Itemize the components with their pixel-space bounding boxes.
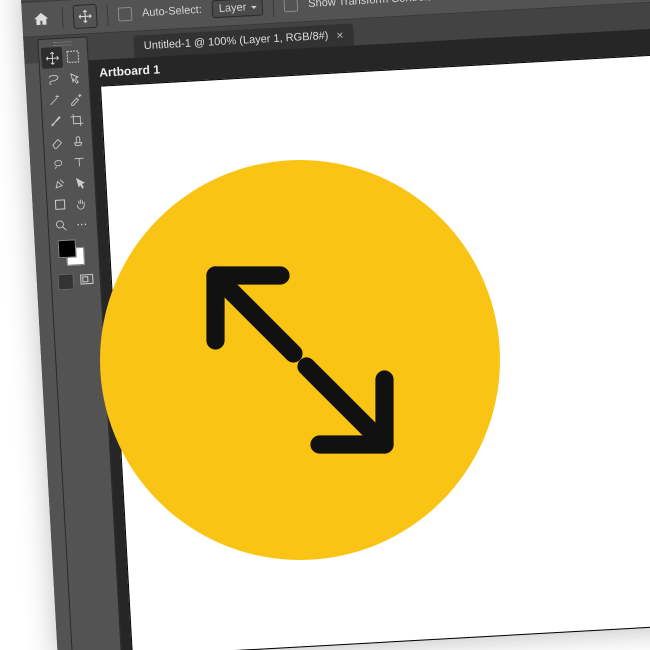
tool-move[interactable] xyxy=(41,47,63,69)
foreground-color-swatch[interactable] xyxy=(58,239,77,258)
brush-icon xyxy=(48,113,63,128)
home-button[interactable] xyxy=(30,7,53,30)
tool-eraser[interactable] xyxy=(46,131,68,153)
separator xyxy=(62,7,64,29)
eyedropper-icon xyxy=(68,91,83,106)
tool-quick-select[interactable] xyxy=(63,67,85,89)
tool-crop[interactable] xyxy=(65,109,87,131)
tool-pen[interactable] xyxy=(48,173,70,195)
show-transform-label: Show Transform Controls xyxy=(308,0,433,10)
move-icon xyxy=(45,50,60,65)
type-icon xyxy=(71,154,86,169)
move-icon xyxy=(78,9,93,24)
tool-lasso[interactable] xyxy=(42,68,64,90)
layer-dropdown[interactable]: Layer xyxy=(211,0,263,18)
tool-type[interactable] xyxy=(68,150,90,172)
crop-icon xyxy=(69,112,84,127)
tool-shape[interactable] xyxy=(49,194,71,216)
hand-icon xyxy=(74,196,89,211)
tool-hand[interactable] xyxy=(70,192,92,214)
tool-edit-toolbar[interactable]: ⋯ xyxy=(71,213,93,235)
artboard-label[interactable]: Artboard 1 xyxy=(99,62,160,79)
tool-stamp[interactable] xyxy=(66,129,88,151)
auto-select-label: Auto-Select: xyxy=(142,4,202,19)
tool-eyedropper[interactable] xyxy=(64,88,86,110)
marquee-icon xyxy=(66,50,80,64)
clone-stamp-icon xyxy=(70,133,85,148)
auto-select-checkbox[interactable] xyxy=(118,7,133,22)
ellipsis-icon: ⋯ xyxy=(76,218,89,232)
home-icon xyxy=(33,10,50,27)
tool-wand[interactable] xyxy=(43,89,65,111)
tool-zoom[interactable] xyxy=(50,215,72,237)
resize-badge-overlay xyxy=(100,160,500,560)
tool-path-select[interactable] xyxy=(69,171,91,193)
color-swatches[interactable] xyxy=(51,234,97,268)
pen-icon xyxy=(52,176,67,191)
close-icon[interactable]: × xyxy=(336,29,344,41)
rectangle-icon xyxy=(53,198,67,212)
resize-diagonal-icon xyxy=(170,230,430,490)
active-tool-indicator[interactable] xyxy=(72,4,97,29)
path-select-icon xyxy=(73,175,88,190)
separator xyxy=(273,0,275,17)
tool-healing[interactable] xyxy=(47,152,69,174)
eraser-icon xyxy=(49,134,64,149)
magic-wand-icon xyxy=(47,92,62,107)
lasso-icon xyxy=(46,71,61,86)
quick-mask-icon[interactable] xyxy=(57,273,74,290)
healing-icon xyxy=(50,155,65,170)
separator xyxy=(106,4,108,26)
quick-select-icon xyxy=(67,70,82,85)
tool-marquee[interactable] xyxy=(62,46,84,68)
tool-brush[interactable] xyxy=(44,110,66,132)
show-transform-checkbox[interactable] xyxy=(284,0,299,12)
screen-mode-icon[interactable] xyxy=(79,272,94,287)
zoom-icon xyxy=(54,218,69,233)
